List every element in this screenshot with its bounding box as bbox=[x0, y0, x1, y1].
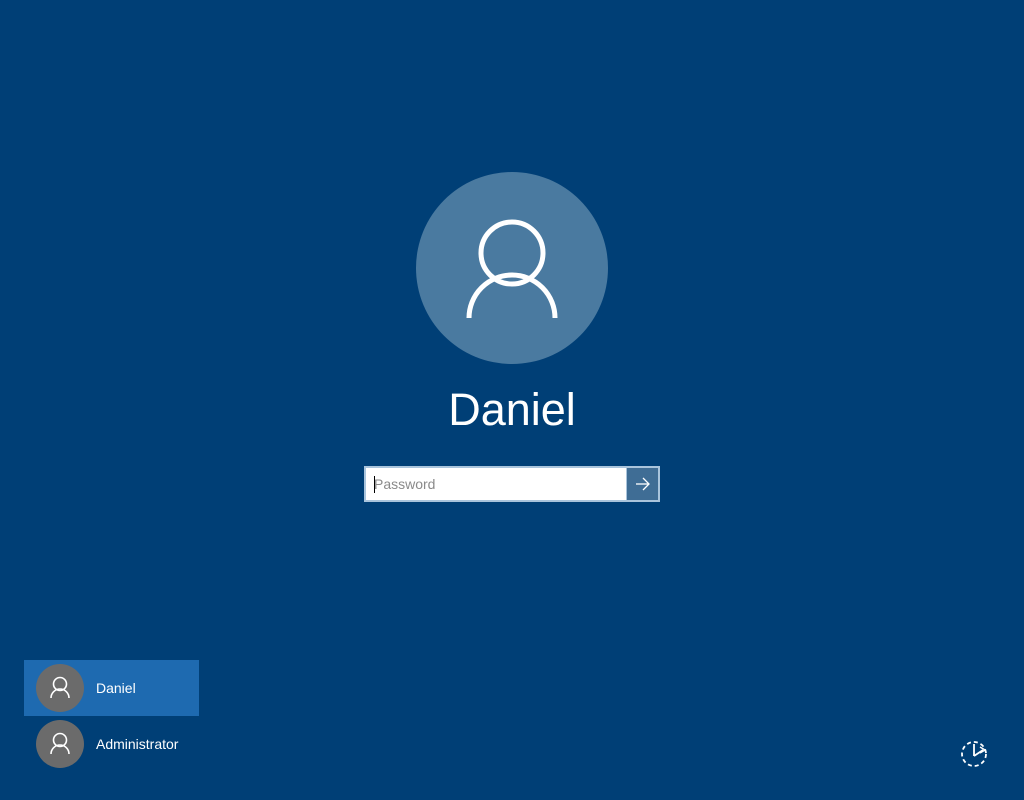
arrow-right-icon bbox=[635, 477, 650, 491]
user-avatar-small bbox=[36, 664, 84, 712]
user-icon bbox=[50, 732, 70, 755]
lock-screen: Daniel Daniel Administrator bbox=[0, 0, 1024, 800]
user-icon bbox=[50, 676, 70, 699]
user-item-administrator[interactable]: Administrator bbox=[24, 716, 199, 772]
user-item-label: Administrator bbox=[96, 736, 179, 752]
submit-password-button[interactable] bbox=[626, 468, 658, 500]
current-user-avatar bbox=[416, 172, 608, 364]
user-avatar-small bbox=[36, 720, 84, 768]
user-item-label: Daniel bbox=[96, 680, 136, 696]
ease-of-access-button[interactable] bbox=[956, 736, 994, 772]
user-icon bbox=[466, 219, 558, 319]
password-box bbox=[364, 466, 660, 502]
text-caret bbox=[374, 476, 375, 493]
user-switch-list: Daniel Administrator bbox=[24, 660, 199, 772]
ease-of-access-icon bbox=[961, 741, 987, 767]
current-user-name: Daniel bbox=[448, 384, 576, 435]
password-input[interactable] bbox=[366, 468, 626, 500]
user-item-daniel[interactable]: Daniel bbox=[24, 660, 199, 716]
